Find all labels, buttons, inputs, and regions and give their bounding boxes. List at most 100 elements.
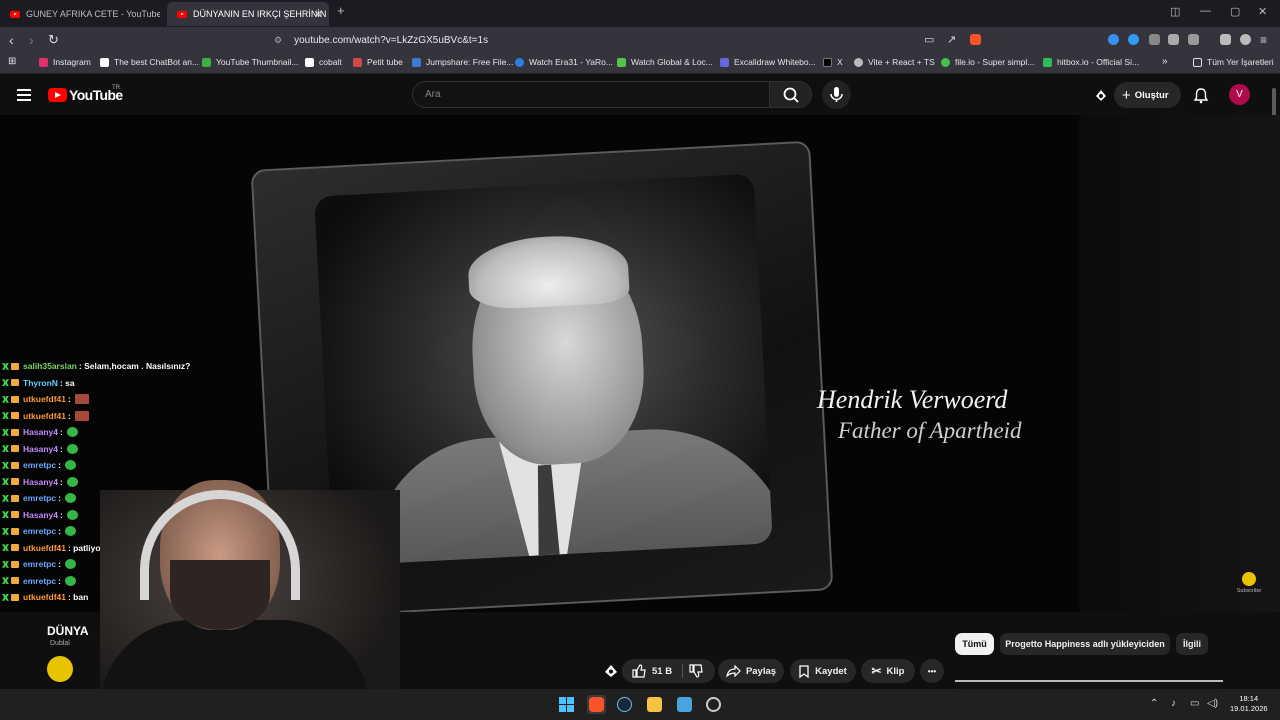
search-button[interactable]	[769, 81, 812, 108]
bookmark-item[interactable]: Instagram	[39, 57, 91, 67]
new-tab-button[interactable]: +	[337, 3, 345, 18]
system-clock[interactable]: 18:14 19.01.2026	[1230, 694, 1268, 714]
tab-guney-afrika[interactable]: GUNEY AFRIKA CETE - YouTube	[0, 2, 160, 26]
tab-close-icon[interactable]: ✕	[314, 8, 323, 21]
subscriber-badge-icon	[11, 412, 19, 420]
bookmark-item[interactable]: hitbox.io - Official Si...	[1043, 57, 1139, 67]
bookmark-item[interactable]: cobalt	[305, 57, 342, 67]
sparkle-icon[interactable]	[1093, 88, 1109, 103]
chat-emote-icon	[66, 427, 78, 438]
chip-related[interactable]: İlgili	[1176, 633, 1208, 655]
jumpshare-icon	[412, 57, 421, 67]
tray-overflow-icon[interactable]: ⌃	[1150, 698, 1158, 709]
chat-text: :	[58, 460, 61, 471]
microphone-tray-icon[interactable]: ♪	[1171, 698, 1176, 709]
bookmark-item[interactable]: The best ChatBot an...	[100, 57, 199, 67]
bookmarks-bar: ⊞ Instagram The best ChatBot an... YouTu…	[0, 53, 1280, 74]
address-bar[interactable]: ⚙ youtube.com/watch?v=LkZzGX5uBVc&t=1s	[242, 29, 992, 51]
all-bookmarks-button[interactable]: Tüm Yer İşaretleri	[1193, 57, 1274, 67]
moderator-badge-icon	[2, 428, 9, 436]
extension-4-icon[interactable]	[1168, 34, 1179, 45]
bookmark-item[interactable]: file.io - Super simpl...	[941, 57, 1034, 67]
chat-username[interactable]: Hasany4	[23, 444, 58, 454]
voice-search-button[interactable]	[822, 80, 851, 109]
chat-username[interactable]: emretpc	[23, 460, 56, 470]
url-text: youtube.com/watch?v=LkZzGX5uBVc&t=1s	[294, 34, 489, 46]
extension-1-icon[interactable]	[1108, 34, 1119, 45]
bookmark-item[interactable]: Watch Global & Loc...	[617, 57, 713, 67]
bookmark-item[interactable]: X	[823, 57, 843, 67]
create-button[interactable]: + Oluştur	[1114, 82, 1181, 108]
bookmark-item[interactable]: Watch Era31 - YaRo...	[515, 57, 613, 67]
like-count: 51 B	[652, 665, 673, 677]
extension-2-icon[interactable]	[1128, 34, 1139, 45]
volume-icon[interactable]: ◁)	[1207, 698, 1218, 709]
bookmark-item[interactable]: YouTube Thumbnail...	[202, 57, 298, 67]
share-button[interactable]: Paylaş	[718, 659, 784, 683]
photos-icon[interactable]	[677, 697, 692, 712]
chat-username[interactable]: utkuefdf41	[23, 394, 66, 404]
channel-avatar[interactable]	[47, 656, 73, 682]
moderator-badge-icon	[2, 362, 9, 370]
bookmark-item[interactable]: Excalidraw Whitebo...	[720, 57, 816, 67]
clock-date: 19.01.2026	[1230, 704, 1268, 713]
more-actions-button[interactable]: •••	[920, 659, 944, 683]
music-icon[interactable]	[1220, 34, 1231, 45]
like-button[interactable]: 51 B	[632, 664, 672, 678]
network-icon[interactable]: ▭	[1190, 698, 1199, 709]
account-avatar[interactable]: V	[1229, 84, 1250, 105]
tab-active-video[interactable]: DÜNYANIN EN IRKÇI ŞEHRİNİN ✕	[167, 2, 329, 26]
chat-text: :	[67, 394, 71, 405]
globe-icon	[854, 57, 863, 67]
chip-all[interactable]: Tümü	[955, 633, 994, 655]
back-icon[interactable]: ‹	[9, 31, 14, 49]
chat-username[interactable]: Hasany4	[23, 427, 58, 437]
subscribe-watermark[interactable]: Subscribe	[1236, 572, 1262, 594]
sidebar-icon[interactable]	[1188, 34, 1199, 45]
clip-button[interactable]: ✂ Klip	[861, 659, 915, 683]
apps-icon[interactable]: ⊞	[8, 56, 16, 67]
windows-start-icon[interactable]	[559, 697, 574, 712]
maximize-icon[interactable]: ▢	[1230, 5, 1240, 18]
bookmark-item[interactable]: Petit tube	[353, 57, 403, 67]
chat-username[interactable]: ThyronN	[23, 378, 58, 388]
minimize-icon[interactable]: —	[1200, 5, 1211, 17]
save-button[interactable]: Kaydet	[790, 659, 856, 683]
menu-icon[interactable]: ≡	[1260, 31, 1267, 49]
chat-message: utkuefdf41 :	[2, 408, 242, 425]
hamburger-menu-icon[interactable]	[17, 89, 31, 101]
obs-icon[interactable]	[706, 697, 721, 712]
instagram-icon	[39, 57, 48, 67]
extensions-icon[interactable]: ◫	[1170, 5, 1180, 18]
tab-title: DÜNYANIN EN IRKÇI ŞEHRİNİN	[193, 9, 327, 19]
share-page-icon[interactable]: ↗	[947, 31, 956, 49]
ask-sparkle-icon[interactable]	[603, 663, 619, 679]
chat-username[interactable]: utkuefdf41	[23, 411, 66, 421]
notifications-bell-icon[interactable]	[1193, 87, 1209, 104]
plus-icon: +	[1122, 86, 1131, 104]
brave-shield-icon[interactable]	[970, 34, 981, 45]
chat-message: Hasany4 :	[2, 424, 242, 441]
cast-icon[interactable]: ▭	[924, 31, 934, 49]
more-bookmarks-icon[interactable]: »	[1162, 56, 1168, 67]
file-explorer-icon[interactable]	[647, 697, 662, 712]
extension-3-icon[interactable]	[1149, 34, 1160, 45]
forward-icon[interactable]: ›	[29, 31, 34, 49]
window-close-icon[interactable]: ✕	[1258, 5, 1267, 18]
brave-browser-icon[interactable]	[589, 697, 604, 712]
bookmark-item[interactable]: Jumpshare: Free File...	[412, 57, 513, 67]
chatbot-icon	[100, 57, 109, 67]
dislike-button[interactable]	[689, 664, 703, 678]
search-input[interactable]: Ara	[412, 81, 770, 108]
youtube-logo-icon[interactable]	[48, 88, 67, 102]
chat-text: :	[59, 443, 63, 454]
vpn-icon[interactable]	[1240, 34, 1251, 45]
chip-from-uploader[interactable]: Progetto Happiness adlı yükleyiciden	[1000, 633, 1170, 655]
chat-username[interactable]: salih35arslan	[23, 361, 77, 371]
steam-icon[interactable]	[617, 697, 632, 712]
bookmark-item[interactable]: Vite + React + TS	[854, 57, 935, 67]
reload-icon[interactable]: ↻	[48, 31, 59, 49]
tab-title: GUNEY AFRIKA CETE - YouTube	[26, 9, 160, 19]
folder-icon	[1193, 57, 1202, 67]
site-info-icon[interactable]: ⚙	[274, 35, 282, 46]
